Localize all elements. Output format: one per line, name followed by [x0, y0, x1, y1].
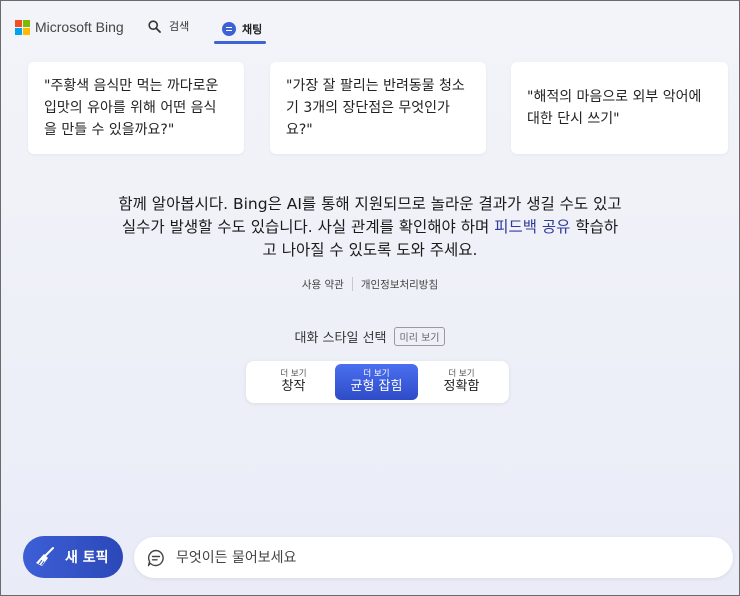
suggestion-card-3[interactable]: "해적의 마음으로 외부 악어에 대한 단시 쓰기": [511, 62, 728, 154]
search-icon: [148, 19, 161, 33]
preview-badge: 미리 보기: [393, 327, 446, 346]
active-tab-indicator: [214, 41, 266, 44]
bing-logo[interactable]: Microsoft Bing: [15, 19, 124, 35]
chat-input-box[interactable]: [134, 537, 733, 578]
divider: [351, 277, 353, 291]
chat-icon: [222, 21, 236, 36]
nav-chat-label: 채팅: [242, 22, 263, 36]
terms-link[interactable]: 사용 약관: [302, 277, 344, 292]
ai-disclaimer: 함께 알아봅시다. Bing은 AI를 통해 지원되므로 놀라운 결과가 생길 …: [118, 195, 622, 259]
chat-input[interactable]: [176, 549, 696, 566]
logo-text: Microsoft Bing: [35, 19, 124, 35]
broom-icon: [36, 547, 54, 566]
privacy-link[interactable]: 개인정보처리방침: [361, 277, 438, 292]
style-selector-title: 대화 스타일 선택: [294, 331, 387, 346]
new-topic-button[interactable]: 새 토픽: [23, 536, 123, 578]
nav-search-label: 검색: [169, 20, 190, 33]
suggestion-text: "주황색 음식만 먹는 까다로운 입맛의 유아를 위해 어떤 음식 을 만들 수…: [44, 78, 219, 138]
suggestion-card-1[interactable]: "주황색 음식만 먹는 까다로운 입맛의 유아를 위해 어떤 음식 을 만들 수…: [28, 62, 244, 154]
microsoft-logo-icon: [15, 19, 30, 35]
chat-bubble-icon: [147, 549, 164, 566]
conversation-style-selector: 더 보기 창작 더 보기 균형 잡힘 더 보기 정확함: [246, 361, 509, 403]
new-topic-label: 새 토픽: [65, 550, 109, 566]
legal-links: 사용 약관 개인정보처리방침: [0, 277, 740, 292]
top-bar: Microsoft Bing 검색 채팅: [0, 0, 740, 52]
suggestion-card-2[interactable]: "가장 잘 팔리는 반려동물 청소 기 3개의 장단점은 무엇인가 요?": [270, 62, 486, 154]
style-option-creative[interactable]: 더 보기 창작: [252, 364, 335, 400]
nav-search-tab[interactable]: 검색: [148, 18, 189, 34]
style-selector-heading: 대화 스타일 선택 미리 보기: [0, 327, 740, 346]
feedback-link[interactable]: 피드백 공유: [494, 218, 570, 236]
style-option-balanced[interactable]: 더 보기 균형 잡힘: [335, 364, 418, 400]
style-option-precise[interactable]: 더 보기 정확함: [420, 364, 503, 400]
nav-chat-tab[interactable]: 채팅: [215, 14, 269, 43]
suggestion-text: "해적의 마음으로 외부 악어에 대한 단시 쓰기": [527, 89, 702, 127]
suggestion-text: "가장 잘 팔리는 반려동물 청소 기 3개의 장단점은 무엇인가 요?": [286, 78, 465, 138]
